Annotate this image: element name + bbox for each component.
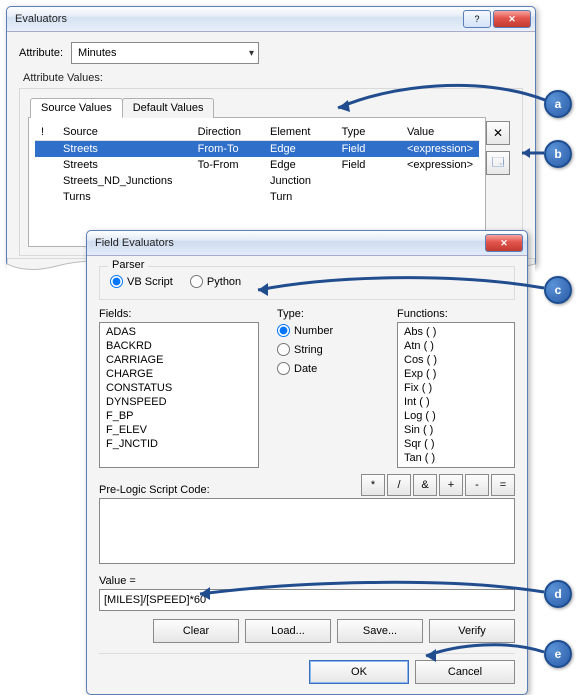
attribute-combo[interactable]: Minutes: [71, 42, 259, 64]
list-item[interactable]: Exp ( ): [402, 367, 510, 381]
op-plus-button[interactable]: +: [439, 474, 463, 496]
callout-c: c: [544, 276, 572, 304]
op-divide-button[interactable]: /: [387, 474, 411, 496]
list-item[interactable]: DYNSPEED: [104, 395, 254, 409]
list-item[interactable]: Cos ( ): [402, 353, 510, 367]
prelogic-textarea[interactable]: [99, 498, 515, 564]
close-button[interactable]: ✕: [493, 10, 531, 28]
clear-button[interactable]: Clear: [153, 619, 239, 643]
list-item[interactable]: CHARGE: [104, 367, 254, 381]
parser-vbscript-radio[interactable]: VB Script: [110, 275, 173, 288]
attribute-values-label: Attribute Values:: [23, 72, 521, 84]
parser-legend: Parser: [108, 259, 148, 271]
list-item[interactable]: Fix ( ): [402, 381, 510, 395]
table-row[interactable]: Streets_ND_Junctions Junction: [35, 173, 479, 189]
value-label: Value =: [99, 575, 515, 587]
list-item[interactable]: Tan ( ): [402, 451, 510, 465]
col-value[interactable]: Value: [401, 124, 479, 141]
parser-group: Parser VB Script Python: [99, 266, 515, 300]
window-title: Evaluators: [15, 13, 463, 25]
col-direction[interactable]: Direction: [192, 124, 264, 141]
value-input[interactable]: [99, 589, 515, 611]
save-button[interactable]: Save...: [337, 619, 423, 643]
list-item[interactable]: F_BP: [104, 409, 254, 423]
help-button[interactable]: ?: [463, 10, 491, 28]
verify-button[interactable]: Verify: [429, 619, 515, 643]
type-date-radio[interactable]: Date: [277, 362, 365, 375]
list-item[interactable]: Int ( ): [402, 395, 510, 409]
list-item[interactable]: Atn ( ): [402, 339, 510, 353]
op-minus-button[interactable]: -: [465, 474, 489, 496]
table-row[interactable]: Streets To-From Edge Field <expression>: [35, 157, 479, 173]
list-item[interactable]: Sqr ( ): [402, 437, 510, 451]
table-row[interactable]: Turns Turn: [35, 189, 479, 205]
type-label: Type:: [277, 308, 379, 320]
col-type[interactable]: Type: [336, 124, 401, 141]
field-evaluators-dialog: Field Evaluators ✕ Parser VB Script Pyth…: [86, 230, 528, 695]
list-item[interactable]: ADAS: [104, 325, 254, 339]
tab-default-values[interactable]: Default Values: [122, 98, 215, 118]
op-concat-button[interactable]: &: [413, 474, 437, 496]
callout-d: d: [544, 580, 572, 608]
evaluator-properties-button[interactable]: 🗔: [486, 151, 510, 175]
tab-source-values[interactable]: Source Values: [30, 98, 123, 118]
close-button[interactable]: ✕: [485, 234, 523, 252]
x-icon: ✕: [493, 126, 503, 140]
functions-label: Functions:: [397, 308, 515, 320]
titlebar[interactable]: Evaluators ? ✕: [7, 7, 535, 32]
dialog-title: Field Evaluators: [95, 237, 485, 249]
list-item[interactable]: BACKRD: [104, 339, 254, 353]
table-row[interactable]: Streets From-To Edge Field <expression>: [35, 141, 479, 158]
functions-listbox[interactable]: Abs ( ) Atn ( ) Cos ( ) Exp ( ) Fix ( ) …: [397, 322, 515, 468]
list-item[interactable]: F_JNCTID: [104, 437, 254, 451]
list-item[interactable]: F_ELEV: [104, 423, 254, 437]
list-item[interactable]: Sin ( ): [402, 423, 510, 437]
callout-a: a: [544, 90, 572, 118]
col-bang[interactable]: !: [35, 124, 57, 141]
attribute-label: Attribute:: [19, 47, 63, 59]
cancel-button[interactable]: Cancel: [415, 660, 515, 684]
type-number-radio[interactable]: Number: [277, 324, 365, 337]
type-string-radio[interactable]: String: [277, 343, 365, 356]
ok-button[interactable]: OK: [309, 660, 409, 684]
list-item[interactable]: Log ( ): [402, 409, 510, 423]
evaluators-window: Evaluators ? ✕ Attribute: Minutes Attrib…: [6, 6, 536, 267]
prelogic-label: Pre-Logic Script Code:: [99, 484, 210, 496]
callout-b: b: [544, 140, 572, 168]
fields-label: Fields:: [99, 308, 259, 320]
col-source[interactable]: Source: [57, 124, 192, 141]
parser-python-radio[interactable]: Python: [190, 275, 241, 288]
list-item[interactable]: CARRIAGE: [104, 353, 254, 367]
properties-icon: 🗔: [491, 153, 504, 174]
op-equals-button[interactable]: =: [491, 474, 515, 496]
source-values-table[interactable]: ! Source Direction Element Type Value St…: [35, 124, 479, 205]
remove-evaluator-button[interactable]: ✕: [486, 121, 510, 145]
load-button[interactable]: Load...: [245, 619, 331, 643]
list-item[interactable]: Abs ( ): [402, 325, 510, 339]
grid-panel: ! Source Direction Element Type Value St…: [28, 117, 486, 247]
fields-listbox[interactable]: ADAS BACKRD CARRIAGE CHARGE CONSTATUS DY…: [99, 322, 259, 468]
list-item[interactable]: CONSTATUS: [104, 381, 254, 395]
titlebar[interactable]: Field Evaluators ✕: [87, 231, 527, 256]
callout-e: e: [544, 640, 572, 668]
op-multiply-button[interactable]: *: [361, 474, 385, 496]
col-element[interactable]: Element: [264, 124, 336, 141]
